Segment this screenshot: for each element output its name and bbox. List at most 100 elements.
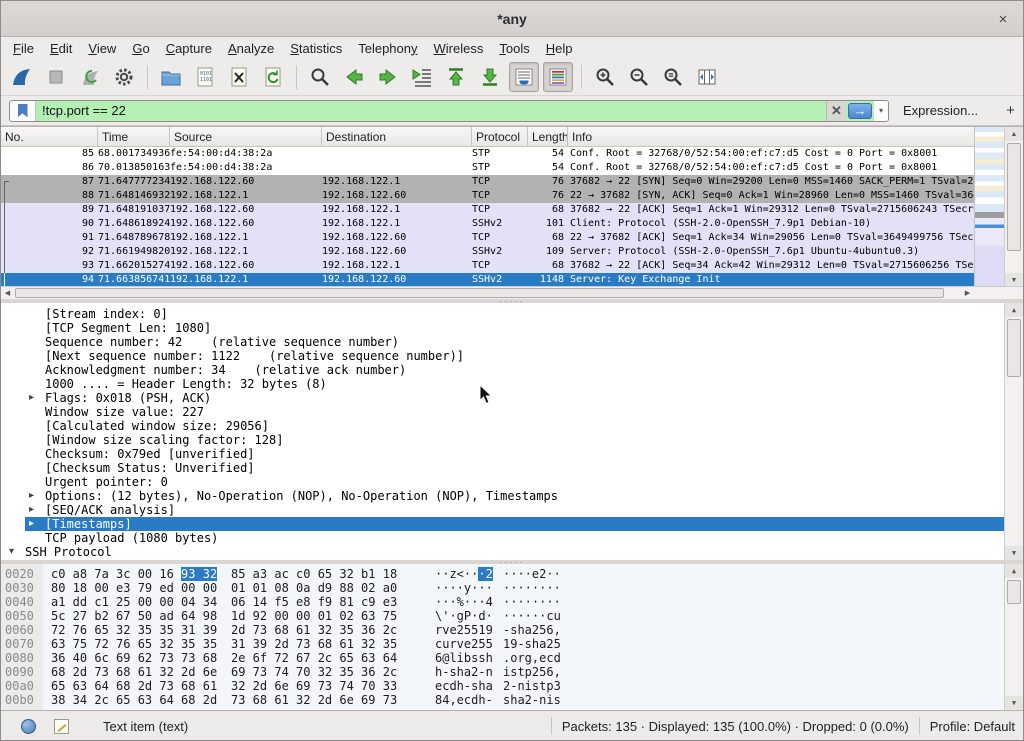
add-filter-button[interactable]: + (998, 102, 1023, 119)
menu-statistics[interactable]: Statistics (282, 39, 350, 58)
packet-row-88[interactable]: 8871.648146932192.168.122.1192.168.122.6… (1, 189, 974, 203)
stop-capture-button[interactable] (41, 62, 71, 92)
expert-info-icon[interactable] (21, 719, 36, 734)
menu-wireless[interactable]: Wireless (426, 39, 492, 58)
scroll-down-icon[interactable]: ▼ (1005, 546, 1023, 560)
close-file-button[interactable] (224, 62, 254, 92)
packet-row-92[interactable]: 9271.661949820192.168.122.1192.168.122.6… (1, 245, 974, 259)
filter-clear-button[interactable]: ✕ (826, 101, 846, 121)
scroll-down-icon[interactable]: ▼ (1005, 696, 1023, 710)
packet-list-hscrollbar[interactable]: ◀ ▶ (1, 286, 974, 299)
hex-row[interactable]: 00b038 34 2c 65 63 64 68 2d73 68 61 32 2… (1, 693, 1023, 707)
packet-row-90[interactable]: 9071.648618924192.168.122.60192.168.122.… (1, 217, 974, 231)
hex-row[interactable]: 00505c 27 b2 67 50 ad 64 981d 92 00 00 0… (1, 609, 1023, 623)
profile-label[interactable]: Profile: Default (930, 719, 1015, 734)
details-vscrollbar[interactable]: ▲ ▼ (1004, 303, 1023, 560)
expander-closed-icon[interactable]: ▸ (29, 503, 45, 517)
scroll-down-icon[interactable]: ▼ (1005, 273, 1023, 287)
detail-line[interactable]: 1000 .... = Header Length: 32 bytes (8) (1, 377, 1023, 391)
scroll-up-icon[interactable]: ▲ (1005, 127, 1023, 141)
column-header-no[interactable]: No. (1, 127, 98, 146)
capture-comment-icon[interactable] (54, 719, 69, 734)
menu-tools[interactable]: Tools (491, 39, 537, 58)
zoom-out-button[interactable] (624, 62, 654, 92)
detail-line[interactable]: ▸Options: (12 bytes), No-Operation (NOP)… (1, 489, 1023, 503)
expander-closed-icon[interactable]: ▸ (29, 489, 45, 503)
display-filter-input[interactable] (36, 101, 826, 121)
scroll-right-icon[interactable]: ▶ (961, 287, 974, 299)
detail-line[interactable]: ▸Flags: 0x018 (PSH, ACK) (1, 391, 1023, 405)
packet-row-91[interactable]: 9171.648789678192.168.122.1192.168.122.6… (1, 231, 974, 245)
detail-line[interactable]: Sequence number: 42 (relative sequence n… (1, 335, 1023, 349)
detail-line[interactable]: Window size value: 227 (1, 405, 1023, 419)
close-window-button[interactable]: × (993, 9, 1013, 29)
scroll-left-icon[interactable]: ◀ (1, 287, 14, 299)
expander-closed-icon[interactable]: ▸ (29, 517, 45, 531)
menu-view[interactable]: View (80, 39, 124, 58)
intelligent-scrollbar[interactable] (974, 127, 1004, 287)
go-last-button[interactable] (475, 62, 505, 92)
packet-list-vscrollbar[interactable]: ▲ ▼ (1004, 127, 1023, 287)
scrollbar-thumb[interactable] (1007, 319, 1021, 377)
scrollbar-thumb[interactable] (15, 288, 944, 298)
filter-bookmark-button[interactable] (10, 101, 36, 121)
bytes-vscrollbar[interactable]: ▲ ▼ (1004, 564, 1023, 710)
zoom-in-button[interactable] (590, 62, 620, 92)
menu-analyze[interactable]: Analyze (220, 39, 282, 58)
scroll-up-icon[interactable]: ▲ (1005, 564, 1023, 578)
hex-row[interactable]: 006072 76 65 32 35 35 31 392d 73 68 61 3… (1, 623, 1023, 637)
detail-line[interactable]: [Checksum Status: Unverified] (1, 461, 1023, 475)
expander-closed-icon[interactable]: ▸ (29, 391, 45, 405)
menu-file[interactable]: File (5, 39, 42, 58)
auto-scroll-button[interactable] (509, 62, 539, 92)
open-file-button[interactable] (156, 62, 186, 92)
hex-row[interactable]: 009068 2d 73 68 61 32 2d 6e69 73 74 70 3… (1, 665, 1023, 679)
column-header-info[interactable]: Info (568, 127, 1023, 146)
column-header-destination[interactable]: Destination (322, 127, 472, 146)
resize-columns-button[interactable] (692, 62, 722, 92)
menu-help[interactable]: Help (538, 39, 581, 58)
packet-row-87[interactable]: 8771.647777234192.168.122.60192.168.122.… (1, 175, 974, 189)
menu-capture[interactable]: Capture (158, 39, 220, 58)
go-back-button[interactable] (339, 62, 369, 92)
column-header-protocol[interactable]: Protocol (472, 127, 528, 146)
expression-button[interactable]: Expression... (895, 101, 986, 120)
capture-options-button[interactable] (109, 62, 139, 92)
scrollbar-thumb[interactable] (1007, 143, 1021, 251)
hex-row[interactable]: 007063 75 72 76 65 32 35 3531 39 2d 73 6… (1, 637, 1023, 651)
column-header-length[interactable]: Length (528, 127, 568, 146)
packet-row-85[interactable]: 8568.001734936fe:54:00:d4:38:2aSTP54Conf… (1, 147, 974, 161)
filter-apply-button[interactable]: → (848, 103, 872, 119)
expander-open-icon[interactable]: ▾ (9, 545, 25, 559)
menu-edit[interactable]: Edit (42, 39, 80, 58)
detail-line[interactable]: [Next sequence number: 1122 (relative se… (1, 349, 1023, 363)
zoom-original-button[interactable] (658, 62, 688, 92)
save-file-button[interactable]: 01011101 (190, 62, 220, 92)
detail-line[interactable]: Checksum: 0x79ed [unverified] (1, 447, 1023, 461)
detail-line[interactable]: [TCP Segment Len: 1080] (1, 321, 1023, 335)
scrollbar-thumb[interactable] (1007, 580, 1021, 604)
colorize-button[interactable] (543, 62, 573, 92)
hex-row[interactable]: 0040a1 dd c1 25 00 00 04 3406 14 f5 e8 f… (1, 595, 1023, 609)
go-to-packet-button[interactable] (407, 62, 437, 92)
filter-dropdown-button[interactable]: ▾ (874, 101, 888, 121)
detail-line[interactable]: Acknowledgment number: 34 (relative ack … (1, 363, 1023, 377)
hex-row[interactable]: 0020c0 a8 7a 3c 00 16 93 3285 a3 ac c0 6… (1, 567, 1023, 581)
scroll-up-icon[interactable]: ▲ (1005, 303, 1023, 317)
column-header-time[interactable]: Time (98, 127, 170, 146)
hex-row[interactable]: 008036 40 6c 69 62 73 73 682e 6f 72 67 2… (1, 651, 1023, 665)
packet-row-89[interactable]: 8971.648191037192.168.122.60192.168.122.… (1, 203, 974, 217)
hex-row[interactable]: 003080 18 00 e3 79 ed 00 0001 01 08 0a d… (1, 581, 1023, 595)
packet-row-94[interactable]: 9471.663856741192.168.122.1192.168.122.6… (1, 273, 974, 287)
go-forward-button[interactable] (373, 62, 403, 92)
go-first-button[interactable] (441, 62, 471, 92)
detail-line[interactable]: ▸[Timestamps] (25, 517, 1023, 531)
detail-line[interactable]: ▸[SEQ/ACK analysis] (1, 503, 1023, 517)
menu-telephony[interactable]: Telephony (350, 39, 425, 58)
detail-line[interactable]: TCP payload (1080 bytes) (1, 531, 1023, 545)
hex-row[interactable]: 00a065 63 64 68 2d 73 68 6132 2d 6e 69 7… (1, 679, 1023, 693)
detail-line[interactable]: [Stream index: 0] (1, 307, 1023, 321)
detail-line[interactable]: Urgent pointer: 0 (1, 475, 1023, 489)
detail-line[interactable]: [Calculated window size: 29056] (1, 419, 1023, 433)
menu-go[interactable]: Go (124, 39, 157, 58)
